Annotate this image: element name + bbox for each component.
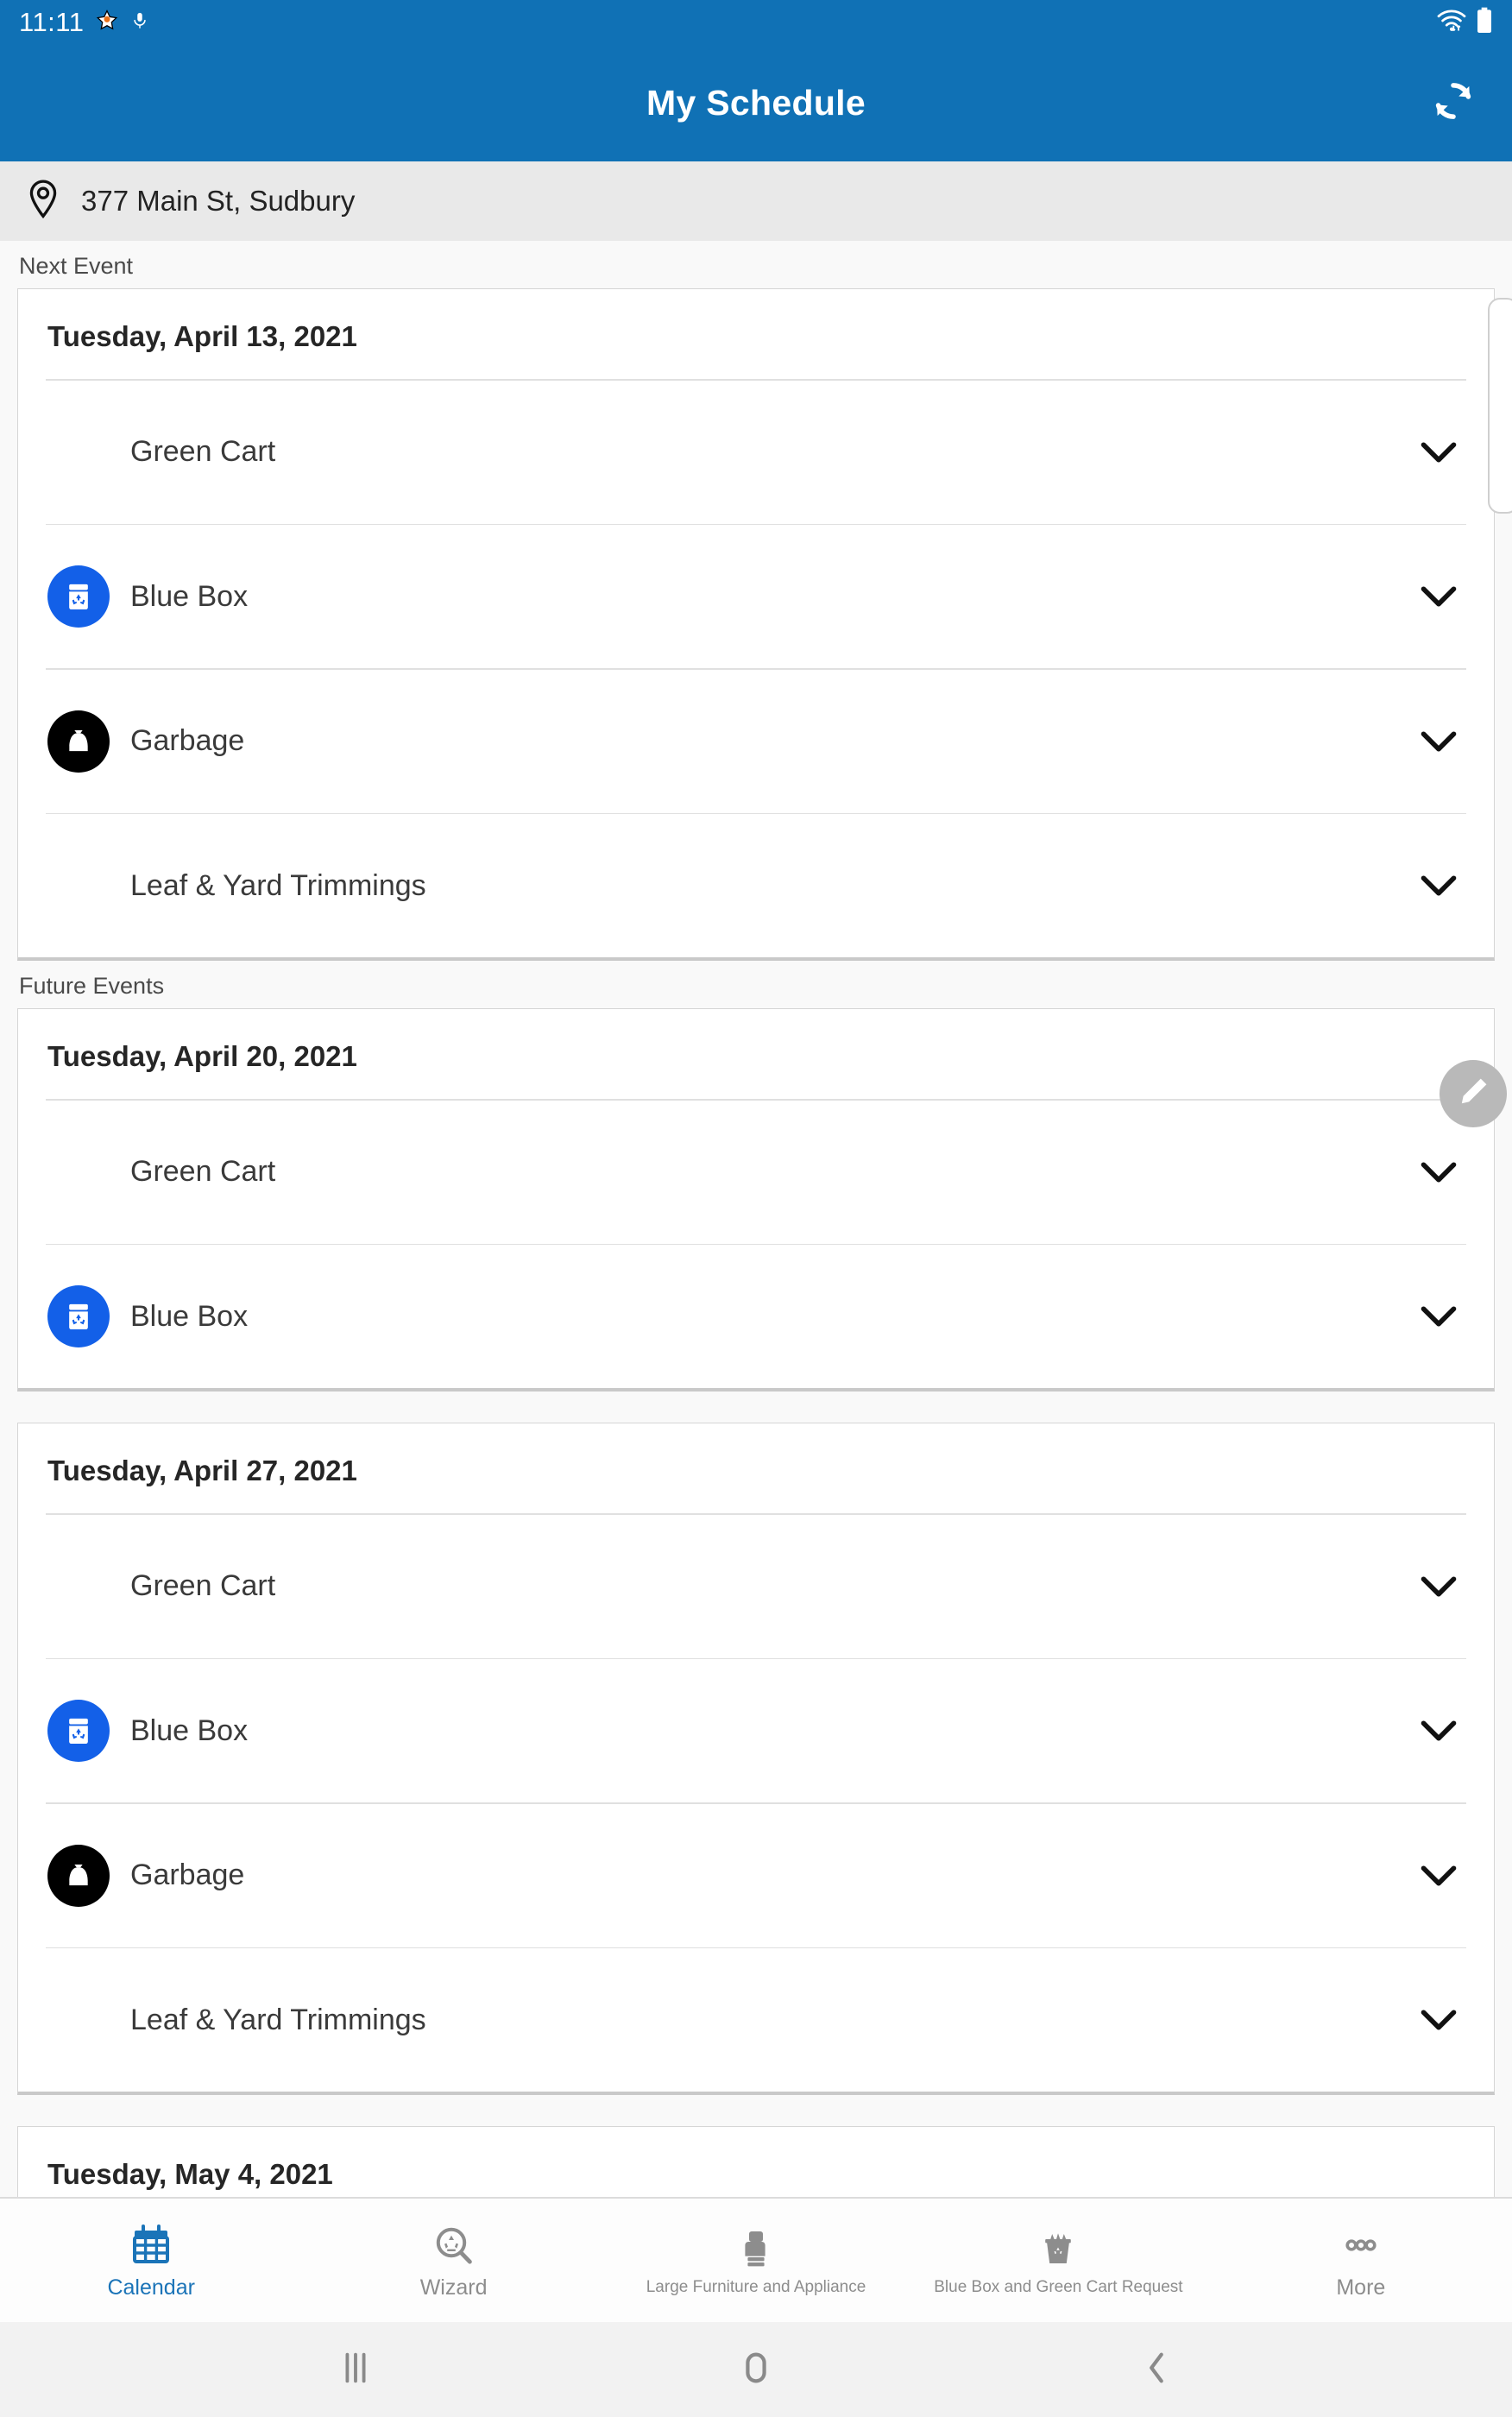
calendar-icon bbox=[130, 2221, 172, 2268]
bottom-navigation: Calendar Wizard Large Furniture and Appl… bbox=[0, 2197, 1512, 2322]
collection-row[interactable]: Green Cart bbox=[18, 1515, 1494, 1658]
chevron-down-icon[interactable] bbox=[1413, 2008, 1465, 2032]
future-events-label: Future Events bbox=[19, 973, 165, 999]
status-bar: 11:11 bbox=[0, 0, 1512, 45]
collection-label: Garbage bbox=[130, 1859, 245, 1891]
collection-label: Green Cart bbox=[130, 1155, 276, 1188]
collection-row[interactable]: Blue Box bbox=[18, 525, 1494, 668]
battery-icon bbox=[1476, 7, 1493, 39]
pager-peek-card[interactable] bbox=[1488, 298, 1512, 514]
icon-slot bbox=[47, 1700, 130, 1762]
schedule-scroll-area[interactable]: Next Event Tuesday, April 13, 2021 Green… bbox=[0, 241, 1512, 2292]
icon-slot bbox=[47, 565, 130, 628]
more-dots-icon bbox=[1340, 2221, 1382, 2268]
collection-label: Garbage bbox=[130, 724, 245, 757]
location-pin-icon bbox=[24, 179, 62, 224]
wifi-icon bbox=[1436, 8, 1467, 38]
icon-slot bbox=[47, 710, 130, 773]
page-title: My Schedule bbox=[646, 83, 866, 123]
recycle-bin-icon bbox=[47, 1285, 110, 1347]
collection-label: Leaf & Yard Trimmings bbox=[130, 2003, 426, 2036]
collection-label: Blue Box bbox=[130, 1713, 249, 1747]
nav-label-more: More bbox=[1336, 2275, 1386, 2300]
edit-fab-button[interactable] bbox=[1440, 1060, 1507, 1127]
nav-item-large-furniture[interactable]: Large Furniture and Appliance bbox=[605, 2199, 907, 2322]
nav-label-bluebox-greencart-request: Blue Box and Green Cart Request bbox=[934, 2278, 1183, 2297]
recycle-bin-icon bbox=[47, 565, 110, 628]
recycle-search-icon bbox=[433, 2221, 475, 2268]
collection-row[interactable]: Blue Box bbox=[18, 1659, 1494, 1802]
event-date: Tuesday, April 20, 2021 bbox=[47, 1040, 357, 1072]
address-text: 377 Main St, Sudbury bbox=[81, 185, 356, 217]
collection-label: Blue Box bbox=[130, 579, 249, 613]
recents-icon[interactable] bbox=[338, 2348, 373, 2392]
collection-label: Green Cart bbox=[130, 435, 276, 468]
nav-item-more[interactable]: More bbox=[1210, 2199, 1512, 2322]
recycle-bin-full-icon bbox=[1037, 2224, 1079, 2270]
status-bar-left: 11:11 bbox=[19, 7, 149, 38]
chevron-down-icon[interactable] bbox=[1413, 584, 1465, 609]
system-navigation-bar bbox=[0, 2322, 1512, 2417]
app-bar: My Schedule bbox=[0, 45, 1512, 161]
chevron-down-icon[interactable] bbox=[1413, 1304, 1465, 1328]
chevron-down-icon[interactable] bbox=[1413, 1864, 1465, 1888]
icon-slot bbox=[47, 1844, 130, 1907]
address-bar[interactable]: 377 Main St, Sudbury bbox=[0, 161, 1512, 241]
collection-row[interactable]: Garbage bbox=[18, 1804, 1494, 1947]
collection-row[interactable]: Green Cart bbox=[18, 381, 1494, 524]
collection-row[interactable]: Garbage bbox=[18, 670, 1494, 813]
nav-item-wizard[interactable]: Wizard bbox=[302, 2199, 604, 2322]
collection-label: Blue Box bbox=[130, 1299, 249, 1333]
status-bar-right bbox=[1436, 7, 1493, 39]
nav-label-calendar: Calendar bbox=[107, 2275, 195, 2300]
event-card[interactable]: Tuesday, April 27, 2021 Green Cart Blue … bbox=[17, 1423, 1495, 2095]
chevron-down-icon[interactable] bbox=[1413, 729, 1465, 754]
collection-label: Leaf & Yard Trimmings bbox=[130, 868, 426, 902]
chevron-down-icon[interactable] bbox=[1413, 874, 1465, 898]
next-event-label: Next Event bbox=[19, 253, 134, 279]
collection-label: Green Cart bbox=[130, 1569, 276, 1602]
status-bar-clock: 11:11 bbox=[19, 7, 85, 37]
collection-row[interactable]: Blue Box bbox=[18, 1245, 1494, 1388]
icon-slot bbox=[47, 1285, 130, 1347]
garbage-bag-icon bbox=[47, 710, 110, 773]
microphone-icon bbox=[130, 9, 149, 36]
collection-row[interactable]: Leaf & Yard Trimmings bbox=[18, 814, 1494, 957]
back-icon[interactable] bbox=[1139, 2348, 1174, 2392]
nav-label-wizard: Wizard bbox=[419, 2275, 488, 2300]
event-card[interactable]: Tuesday, April 20, 2021 Green Cart Blue … bbox=[17, 1008, 1495, 1392]
chevron-down-icon[interactable] bbox=[1413, 1160, 1465, 1184]
refresh-icon bbox=[1428, 76, 1478, 130]
chevron-down-icon[interactable] bbox=[1413, 440, 1465, 464]
event-card[interactable]: Tuesday, April 13, 2021 Green Cart Blue … bbox=[17, 288, 1495, 961]
collection-row[interactable]: Leaf & Yard Trimmings bbox=[18, 1948, 1494, 2092]
event-date: Tuesday, April 13, 2021 bbox=[47, 320, 357, 352]
garbage-bag-icon bbox=[47, 1844, 110, 1907]
nav-label-large-furniture: Large Furniture and Appliance bbox=[646, 2278, 866, 2297]
recycle-bin-icon bbox=[47, 1700, 110, 1762]
refresh-button[interactable] bbox=[1421, 71, 1486, 136]
furniture-icon bbox=[735, 2224, 777, 2270]
home-icon[interactable] bbox=[739, 2348, 773, 2392]
star-icon bbox=[96, 9, 118, 36]
pencil-edit-icon bbox=[1454, 1073, 1492, 1115]
nav-item-bluebox-greencart-request[interactable]: Blue Box and Green Cart Request bbox=[907, 2199, 1209, 2322]
collection-row[interactable]: Green Cart bbox=[18, 1101, 1494, 1244]
chevron-down-icon[interactable] bbox=[1413, 1575, 1465, 1599]
chevron-down-icon[interactable] bbox=[1413, 1719, 1465, 1743]
event-date: Tuesday, April 27, 2021 bbox=[47, 1455, 357, 1486]
nav-item-calendar[interactable]: Calendar bbox=[0, 2199, 302, 2322]
